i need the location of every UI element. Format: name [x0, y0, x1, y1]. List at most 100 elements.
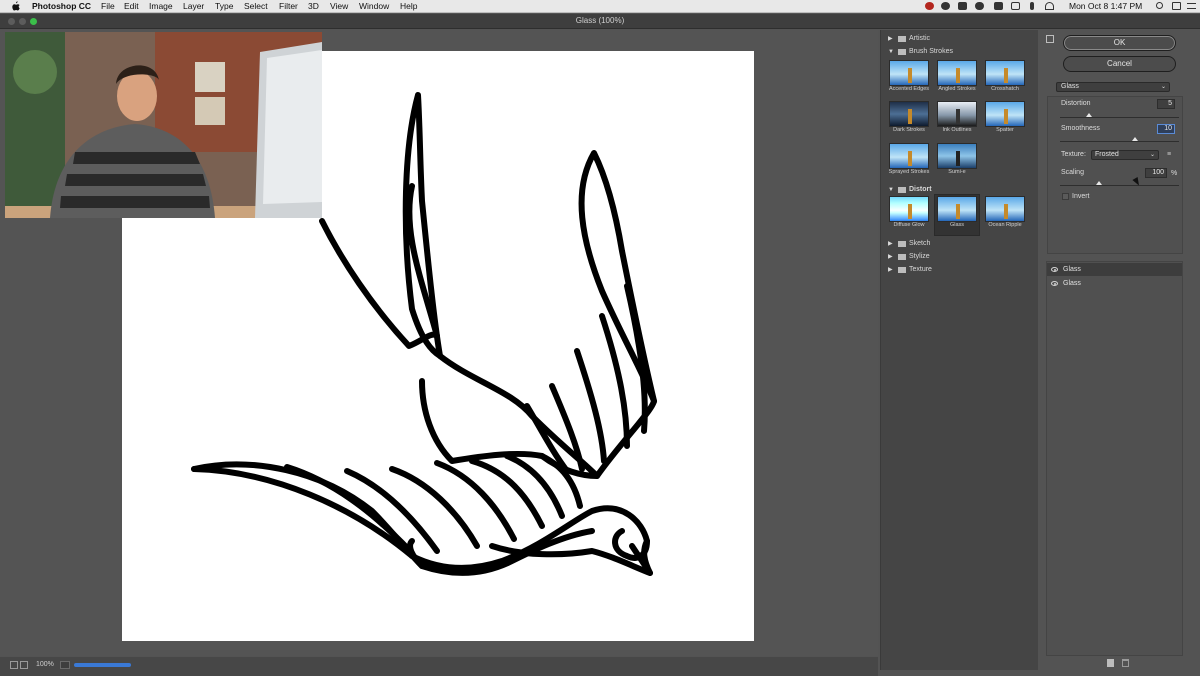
eye-icon[interactable] — [1051, 267, 1058, 272]
new-effect-layer-icon[interactable] — [1107, 659, 1114, 667]
thumb-label: Sumi-e — [948, 169, 966, 175]
dialog-title-bar: Glass (100%) — [0, 14, 1200, 29]
window-title: Glass (100%) — [575, 16, 625, 25]
expand-arrow-icon: ▶ — [888, 36, 893, 42]
folder-icon — [898, 49, 906, 55]
folder-icon — [898, 267, 906, 273]
airplay-icon[interactable] — [1011, 2, 1020, 10]
progress-bar — [74, 663, 131, 667]
mac-menu-bar: Photoshop CC File Edit Image Layer Type … — [0, 0, 1200, 13]
wifi-icon[interactable] — [1045, 2, 1054, 10]
cancel-button[interactable]: Cancel — [1063, 56, 1176, 72]
menu-clock[interactable]: Mon Oct 8 1:47 PM — [1069, 1, 1142, 12]
menu-3d[interactable]: 3D — [308, 1, 319, 12]
folder-icon — [898, 187, 906, 193]
expand-arrow-icon: ▶ — [888, 267, 893, 273]
thumb-label: Diffuse Glow — [893, 222, 925, 228]
effect-layer[interactable]: Glass — [1047, 263, 1182, 276]
eye-icon[interactable] — [1051, 281, 1058, 286]
thumb-crosshatch[interactable] — [985, 60, 1025, 86]
folder-label: Stylize — [909, 253, 930, 260]
zoom-out-button[interactable] — [10, 661, 18, 669]
texture-menu-icon[interactable]: ≡ — [1167, 151, 1171, 158]
invert-label: Invert — [1072, 193, 1090, 200]
effect-layer-label: Glass — [1063, 266, 1081, 273]
menu-file[interactable]: File — [101, 1, 115, 12]
ok-button[interactable]: OK — [1063, 35, 1176, 51]
smoothness-slider-thumb[interactable] — [1132, 137, 1138, 141]
thumb-angled-strokes[interactable] — [937, 60, 977, 86]
scaling-slider-track[interactable] — [1060, 185, 1179, 186]
collapse-arrow-icon: ▼ — [888, 187, 894, 193]
siri-icon[interactable] — [1172, 2, 1181, 10]
distortion-slider-thumb[interactable] — [1086, 113, 1092, 117]
folder-texture[interactable]: ▶ Texture — [884, 264, 1030, 276]
filter-select-value: Glass — [1061, 83, 1079, 90]
thumb-diffuse-glow[interactable] — [889, 196, 929, 222]
scaling-slider-thumb[interactable] — [1096, 181, 1102, 185]
thumb-glass[interactable] — [937, 196, 977, 222]
mirror-display-icon[interactable] — [994, 2, 1003, 10]
menu-view[interactable]: View — [330, 1, 348, 12]
thumb-label: Ink Outlines — [942, 127, 972, 133]
folder-brush-strokes[interactable]: ▼ Brush Strokes — [884, 46, 1030, 58]
thumb-sumi-e[interactable] — [937, 143, 977, 169]
distortion-slider-track[interactable] — [1060, 117, 1179, 118]
collapse-arrow-icon: ▼ — [888, 49, 894, 55]
chevron-down-icon: ⌄ — [1160, 84, 1166, 90]
menu-window[interactable]: Window — [359, 1, 389, 12]
invert-checkbox[interactable] — [1062, 193, 1069, 200]
folder-stylize[interactable]: ▶ Stylize — [884, 251, 1030, 263]
folder-icon — [898, 241, 906, 247]
spotlight-search-icon[interactable] — [1156, 2, 1163, 9]
smoothness-slider-track[interactable] — [1060, 141, 1179, 142]
thumb-label: Angled Strokes — [938, 86, 976, 92]
folder-icon — [898, 36, 906, 42]
creative-cloud-icon[interactable] — [925, 2, 934, 10]
menu-select[interactable]: Select — [244, 1, 268, 12]
folder-label: Brush Strokes — [909, 48, 953, 55]
thumb-label: Glass — [949, 222, 965, 228]
distortion-input[interactable]: 5 — [1157, 99, 1175, 109]
app-menu[interactable]: Photoshop CC — [32, 1, 91, 12]
menu-type[interactable]: Type — [215, 1, 233, 12]
zoom-dropdown[interactable] — [60, 661, 70, 669]
bluetooth-icon[interactable] — [1030, 2, 1034, 10]
thumb-ink-outlines[interactable] — [937, 101, 977, 127]
scaling-unit: % — [1171, 170, 1178, 177]
menu-layer[interactable]: Layer — [183, 1, 204, 12]
screenshot-icon[interactable] — [958, 2, 967, 10]
menu-filter[interactable]: Filter — [279, 1, 298, 12]
cloud-icon[interactable] — [975, 2, 984, 10]
zoom-in-button[interactable] — [20, 661, 28, 669]
menu-image[interactable]: Image — [149, 1, 173, 12]
thumb-label: Crosshatch — [991, 86, 1019, 92]
thumb-dark-strokes[interactable] — [889, 101, 929, 127]
trash-icon[interactable] — [1122, 659, 1129, 667]
folder-sketch[interactable]: ▶ Sketch — [884, 238, 1030, 250]
texture-select[interactable]: Frosted ⌄ — [1091, 150, 1159, 160]
texture-label: Texture: — [1061, 151, 1086, 158]
smoothness-input[interactable]: 10 — [1157, 124, 1175, 134]
collapse-gallery-icon[interactable] — [1046, 35, 1054, 43]
menu-help[interactable]: Help — [400, 1, 417, 12]
effect-layer[interactable]: Glass — [1047, 277, 1182, 290]
thumb-spatter[interactable] — [985, 101, 1025, 127]
thumb-accented-edges[interactable] — [889, 60, 929, 86]
folder-artistic[interactable]: ▶ Artistic — [884, 33, 1030, 45]
smoothness-label: Smoothness — [1061, 125, 1100, 132]
apple-icon[interactable] — [12, 1, 20, 11]
scaling-input[interactable]: 100 — [1145, 168, 1167, 178]
thumb-label: Sprayed Strokes — [888, 169, 930, 175]
screen-record-icon[interactable] — [941, 2, 950, 10]
menu-edit[interactable]: Edit — [124, 1, 139, 12]
thumb-ocean-ripple[interactable] — [985, 196, 1025, 222]
distortion-label: Distortion — [1061, 100, 1091, 107]
notification-center-icon[interactable] — [1187, 3, 1196, 9]
expand-arrow-icon: ▶ — [888, 254, 893, 260]
thumb-sprayed-strokes[interactable] — [889, 143, 929, 169]
scaling-label: Scaling — [1061, 169, 1084, 176]
folder-label: Distort — [909, 186, 932, 193]
filter-select[interactable]: Glass ⌄ — [1056, 82, 1170, 92]
folder-label: Sketch — [909, 240, 931, 247]
